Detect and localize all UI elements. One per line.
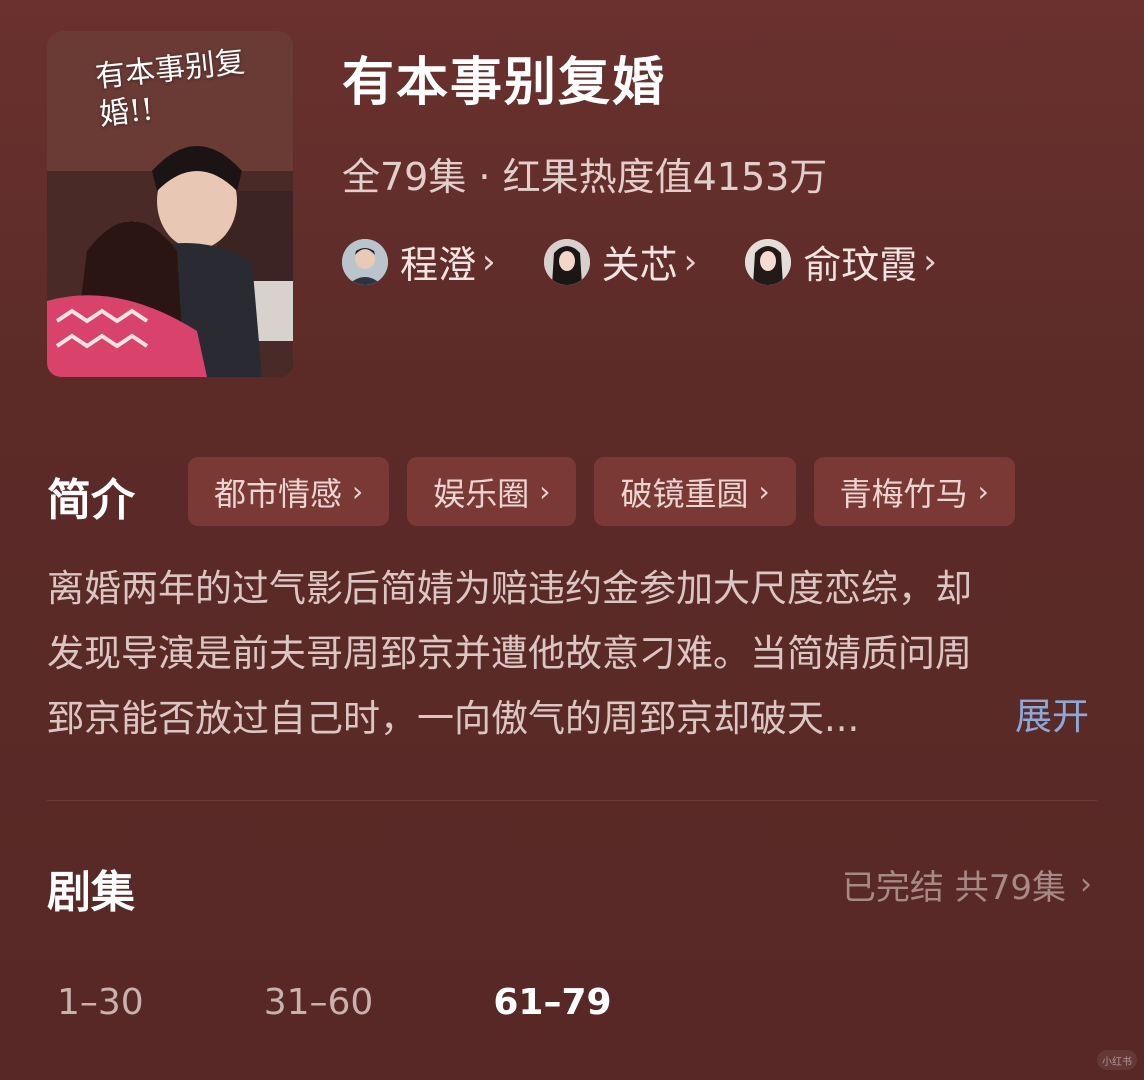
cast-name: 关芯 xyxy=(601,243,678,287)
avatar xyxy=(543,238,590,285)
chevron-right-icon: › xyxy=(1080,867,1092,902)
tag-chip[interactable]: 青梅竹马 › xyxy=(813,457,1015,526)
cast-list: 程澄 › 关芯 › 俞玟霞 › xyxy=(342,234,985,289)
chevron-right-icon: › xyxy=(539,475,551,508)
tag-chip[interactable]: 娱乐圈 › xyxy=(407,457,577,526)
intro-heading: 简介 xyxy=(47,475,135,526)
chevron-right-icon: › xyxy=(482,241,496,282)
cast-item-3[interactable]: 俞玟霞 › xyxy=(745,234,937,289)
episode-range-tabs: 1–30 31–60 61–79 xyxy=(57,982,732,1023)
chevron-right-icon: › xyxy=(758,475,770,508)
chevron-right-icon: › xyxy=(977,475,989,508)
watermark-logo: 小红书 xyxy=(1097,1050,1137,1070)
drama-detail-page: 有本事别复婚!! 有本事别复婚 全79集 · 红果热度值4153万 程澄 › 关… xyxy=(0,0,1144,1080)
cast-name: 程澄 xyxy=(400,243,477,287)
synopsis-text: 离婚两年的过气影后简婧为赔违约金参加大尺度恋综，却 发现导演是前夫哥周郅京并遭他… xyxy=(47,556,1097,751)
episodes-heading: 剧集 xyxy=(47,867,135,918)
chevron-right-icon: › xyxy=(923,241,937,282)
tag-list: 都市情感 › 娱乐圈 › 破镜重圆 › 青梅竹马 › xyxy=(188,457,1033,526)
divider xyxy=(47,800,1097,801)
synopsis-line: 发现导演是前夫哥周郅京并遭他故意刁难。当简婧质问周 xyxy=(47,632,972,675)
drama-poster[interactable]: 有本事别复婚!! xyxy=(47,31,293,377)
cast-item-2[interactable]: 关芯 › xyxy=(543,234,698,289)
tag-label: 都市情感 xyxy=(214,474,343,513)
synopsis-line: 离婚两年的过气影后简婧为赔违约金参加大尺度恋综，却 xyxy=(47,567,972,610)
expand-button[interactable]: 展开 xyxy=(1015,686,1089,740)
avatar xyxy=(342,238,388,285)
chevron-right-icon: › xyxy=(683,241,698,282)
chevron-right-icon: › xyxy=(352,475,364,508)
cast-name: 俞玟霞 xyxy=(803,243,918,287)
tag-label: 破镜重圆 xyxy=(620,474,749,513)
range-tab[interactable]: 1–30 xyxy=(57,982,144,1023)
avatar xyxy=(745,238,792,285)
tag-label: 青梅竹马 xyxy=(839,474,968,513)
range-tab[interactable]: 31–60 xyxy=(264,982,374,1023)
synopsis-line: 郅京能否放过自己时，一向傲气的周郅京却破天... xyxy=(47,697,860,740)
episodes-status-text: 已完结 共79集 xyxy=(841,868,1066,908)
tag-label: 娱乐圈 xyxy=(433,474,530,513)
drama-title: 有本事别复婚 xyxy=(342,53,667,113)
cast-item-1[interactable]: 程澄 › xyxy=(342,234,496,289)
episodes-status-link[interactable]: 已完结 共79集 › xyxy=(842,860,1092,909)
tag-chip[interactable]: 破镜重圆 › xyxy=(594,457,796,526)
tag-chip[interactable]: 都市情感 › xyxy=(188,457,390,526)
range-tab-active[interactable]: 61–79 xyxy=(493,982,611,1023)
drama-meta: 全79集 · 红果热度值4153万 xyxy=(342,155,828,199)
